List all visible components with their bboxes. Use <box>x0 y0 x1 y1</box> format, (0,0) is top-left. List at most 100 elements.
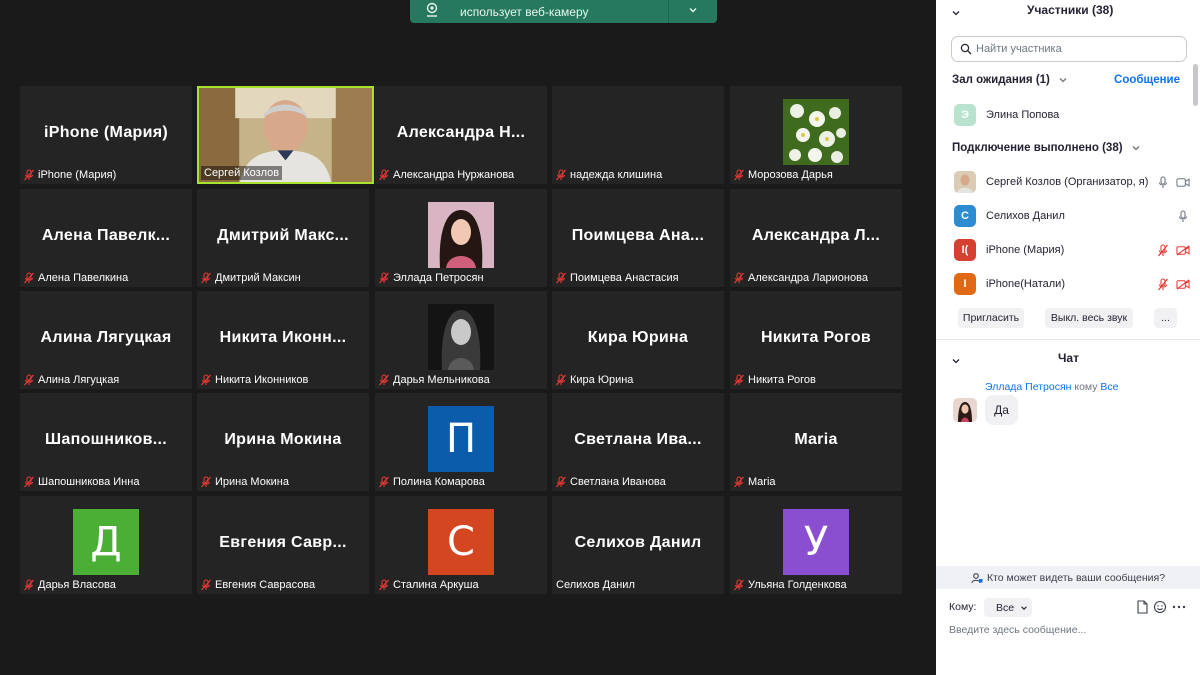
profile-photo <box>428 202 494 268</box>
participant-name-text: Алина Лягуцкая <box>38 374 120 386</box>
muted-mic-icon <box>24 169 34 181</box>
file-icon[interactable] <box>1135 600 1149 614</box>
participant-name-label: Дмитрий Максин <box>200 271 301 285</box>
participant-name-label: Никита Иконников <box>200 373 308 387</box>
waiting-participant-row[interactable]: Э Элина Попова <box>954 103 1190 127</box>
participant-tile[interactable]: Дмитрий Макс... Дмитрий Максин <box>197 189 369 287</box>
to-label: Кому: <box>949 601 977 613</box>
participant-tile[interactable]: Никита Иконн... Никита Иконников <box>197 291 369 389</box>
participant-name-label: Евгения Саврасова <box>200 578 315 592</box>
participant-tile[interactable]: Александра Н... Александра Нуржанова <box>375 86 547 184</box>
participant-tile[interactable]: Никита Рогов Никита Рогов <box>730 291 902 389</box>
participant-tile[interactable]: Светлана Ива... Светлана Иванова <box>552 393 724 491</box>
participant-video-grid: iPhone (Мария) iPhone (Мария) Сергей Козло… <box>20 86 904 594</box>
who-can-see-messages[interactable]: Кто может видеть ваши сообщения? <box>936 566 1200 589</box>
video-status[interactable] <box>1176 243 1190 257</box>
avatar-initial: Д <box>73 509 139 575</box>
participant-tile[interactable]: Maria Maria <box>730 393 902 491</box>
profile-photo <box>428 304 494 370</box>
mic-status[interactable] <box>1176 209 1190 223</box>
chat-sender-name[interactable]: Эллада Петросян <box>985 381 1071 393</box>
participants-scrollbar[interactable] <box>1193 64 1198 106</box>
emoji-icon[interactable] <box>1153 600 1167 614</box>
collapse-participants-chevron-icon[interactable] <box>951 5 961 23</box>
video-status[interactable] <box>1176 277 1190 291</box>
muted-mic-icon <box>24 579 34 591</box>
participant-tile[interactable]: Александра Л... Александра Ларионова <box>730 189 902 287</box>
participant-row[interactable]: IiPhone(Натали) <box>954 272 1190 296</box>
section-divider <box>936 339 1200 340</box>
muted-mic-icon <box>556 374 566 386</box>
participant-tile[interactable]: Селихов Данил Селихов Данил <box>552 496 724 594</box>
collapse-chat-chevron-icon[interactable] <box>951 353 961 371</box>
muted-mic-icon <box>734 272 744 284</box>
participant-name-text: Никита Иконников <box>215 374 309 386</box>
participant-tile[interactable]: Шапошников... Шапошникова Инна <box>20 393 192 491</box>
participant-tile[interactable]: iPhone (Мария) iPhone (Мария) <box>20 86 192 184</box>
muted-mic-icon <box>734 169 744 181</box>
participant-name-label: Ирина Мокина <box>200 475 289 489</box>
participant-tile[interactable]: Поимцева Ана... Поимцева Анастасия <box>552 189 724 287</box>
invite-button[interactable]: Пригласить <box>958 308 1024 328</box>
participant-name: Сергей Козлов (Организатор, я) <box>986 176 1149 188</box>
participant-tile[interactable]: надежда клишина <box>552 86 724 184</box>
participant-row[interactable]: С Селихов Данил <box>954 204 1190 228</box>
participant-tile[interactable]: Кира Юрина Кира Юрина <box>552 291 724 389</box>
waiting-room-header[interactable]: Зал ожидания (1) <box>952 74 1068 86</box>
chat-message-input[interactable] <box>949 621 1189 639</box>
participant-name-text: Морозова Дарья <box>748 169 833 181</box>
connected-header[interactable]: Подключение выполнено (38) <box>952 142 1141 154</box>
muted-mic-icon <box>201 476 211 488</box>
participant-display-name: iPhone (Мария) <box>43 124 168 141</box>
participant-tile[interactable]: Ирина Мокина Ирина Мокина <box>197 393 369 491</box>
participant-tile[interactable]: С Сталина Аркуша <box>375 496 547 594</box>
participant-tile[interactable]: Дарья Мельникова <box>375 291 547 389</box>
participant-search[interactable] <box>951 36 1187 62</box>
mic-icon <box>1178 209 1188 222</box>
participant-display-name: Евгения Савр... <box>219 534 347 551</box>
participant-display-name: Никита Иконн... <box>219 329 347 346</box>
participant-tile[interactable]: П Полина Комарова <box>375 393 547 491</box>
video-status[interactable] <box>1176 175 1190 189</box>
muted-mic-icon <box>556 476 566 488</box>
chevron-down-icon <box>1021 605 1027 610</box>
mic-status[interactable] <box>1156 175 1170 189</box>
participant-tile[interactable]: Сергей Козлов <box>197 86 374 184</box>
mic-status[interactable] <box>1156 243 1170 257</box>
recipient-select[interactable]: Все <box>984 598 1032 617</box>
participant-tile[interactable]: Д Дарья Власова <box>20 496 192 594</box>
muted-mic-icon <box>734 579 744 591</box>
avatar-initial: У <box>783 509 849 575</box>
mute-all-button[interactable]: Выкл. весь звук <box>1045 308 1133 328</box>
participant-name-label: Сергей Козлов <box>201 166 283 180</box>
participant-tile[interactable]: Эллада Петросян <box>375 189 547 287</box>
participant-tile[interactable]: У Ульяна Голденкова <box>730 496 902 594</box>
video-off-icon <box>1176 278 1190 290</box>
participant-search-input[interactable] <box>976 43 1176 55</box>
banner-expand-button[interactable] <box>669 0 717 23</box>
avatar: Э <box>954 104 976 126</box>
participant-name-label: надежда клишина <box>555 168 662 182</box>
muted-mic-icon <box>1158 277 1168 290</box>
participant-name-label: Алина Лягуцкая <box>23 373 119 387</box>
participant-tile[interactable]: Алена Павелк... Алена Павелкина <box>20 189 192 287</box>
participant-display-name: Поимцева Ана... <box>571 227 705 244</box>
more-options-icon[interactable] <box>1172 600 1186 614</box>
muted-mic-icon <box>734 476 744 488</box>
more-button[interactable]: ... <box>1154 308 1177 328</box>
participant-tile[interactable]: Евгения Савр... Евгения Саврасова <box>197 496 369 594</box>
waiting-room-message-link[interactable]: Сообщение <box>1114 74 1180 86</box>
participant-name-text: Селихов Данил <box>556 579 635 591</box>
participant-row[interactable]: Сергей Козлов (Организатор, я) <box>954 170 1190 194</box>
participant-name-label: Селихов Данил <box>556 578 635 592</box>
participant-tile[interactable]: Морозова Дарья <box>730 86 902 184</box>
muted-mic-icon <box>201 579 211 591</box>
chat-to-label: кому <box>1074 381 1098 393</box>
participant-name-text: Сергей Козлов <box>204 167 280 179</box>
participant-tile[interactable]: Алина Лягуцкая Алина Лягуцкая <box>20 291 192 389</box>
participant-name-text: Никита Рогов <box>748 374 816 386</box>
muted-mic-icon <box>556 272 566 284</box>
participant-row[interactable]: I(iPhone (Мария) <box>954 238 1190 262</box>
participant-name-text: Дарья Мельникова <box>393 374 490 386</box>
mic-status[interactable] <box>1156 277 1170 291</box>
